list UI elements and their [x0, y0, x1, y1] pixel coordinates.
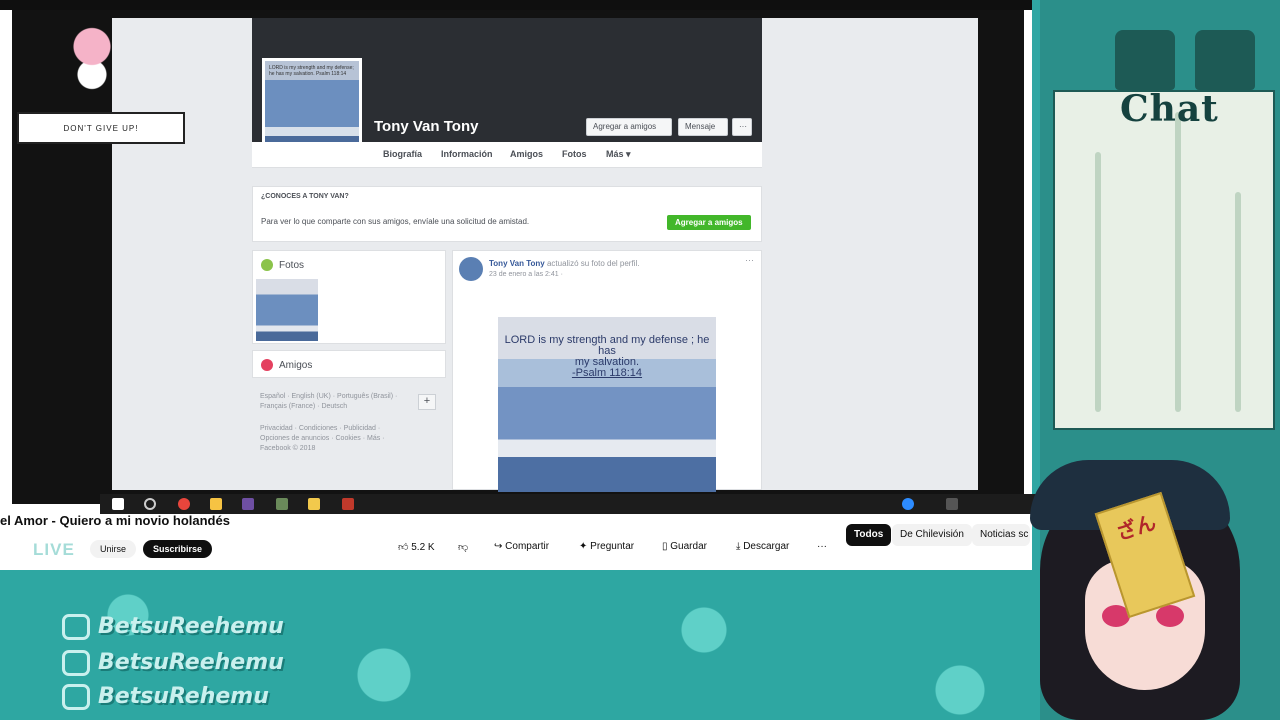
social-instagram: BetsuReehemu	[62, 614, 284, 640]
facebook-profile: LORD is my strength and my defense; he h…	[252, 18, 764, 492]
add-friend-green-label: Agregar a amigos	[675, 218, 743, 227]
notes-icon[interactable]	[210, 498, 222, 510]
message-label: Mensaje	[685, 122, 716, 131]
post-author[interactable]: Tony Van Tony	[489, 259, 545, 268]
tab-mas[interactable]: Más ▾	[606, 149, 631, 160]
download-button[interactable]: ⤓ Descargar	[736, 541, 789, 552]
friends-icon	[261, 359, 273, 371]
language-list[interactable]: Español · English (UK) · Português (Bras…	[260, 392, 420, 412]
windows-taskbar	[100, 494, 1036, 514]
add-friend-label: Agregar a amigos	[593, 122, 657, 131]
bamboo-decoration	[1175, 112, 1181, 412]
join-button[interactable]: Unirse	[90, 540, 137, 558]
post-image[interactable]: LORD is my strength and my defense ; he …	[498, 317, 716, 492]
instagram-handle: BetsuReehemu	[98, 614, 284, 639]
bamboo-decoration	[1235, 192, 1241, 412]
post-menu-icon[interactable]: ···	[745, 255, 754, 265]
video-title: el Amor - Quiero a mi novio holandés	[0, 513, 230, 528]
social-twitch: BetsuRehemu	[62, 684, 269, 710]
save-button[interactable]: ▯ Guardar	[662, 541, 707, 552]
youtube-icon	[62, 650, 90, 676]
add-friend-button[interactable]: Agregar a amigos	[586, 118, 672, 136]
app-icon[interactable]	[342, 498, 354, 510]
post-action: actualizó su foto del perfil.	[546, 259, 640, 268]
ask-button[interactable]: ✦ Preguntar	[579, 541, 634, 552]
subscribe-button[interactable]: Suscribirse	[143, 540, 213, 558]
tab-fotos[interactable]: Fotos	[562, 149, 587, 159]
search-icon[interactable]	[144, 498, 156, 510]
app-icon[interactable]	[276, 498, 288, 510]
tab-biografia[interactable]: Biografía	[383, 149, 422, 159]
social-youtube: BetsuReehemu	[62, 650, 284, 676]
shared-screen: LORD is my strength and my defense; he h…	[112, 18, 978, 492]
photo-thumbnail[interactable]	[256, 279, 318, 341]
youtube-handle: BetsuReehemu	[98, 650, 284, 675]
volume-icon[interactable]	[946, 498, 958, 510]
video-frame[interactable]: LORD is my strength and my defense; he h…	[12, 10, 1036, 514]
help-icon[interactable]	[902, 498, 914, 510]
chat-box	[1053, 90, 1275, 430]
vtuber-avatar: ざん	[1010, 420, 1280, 720]
bamboo-decoration	[1095, 152, 1101, 412]
avatar-eye	[1156, 605, 1184, 627]
live-badge: LIVE	[33, 540, 75, 559]
tab-amigos[interactable]: Amigos	[510, 149, 543, 159]
thumbs-down-icon: 👎︎	[458, 542, 469, 553]
ask-label: Preguntar	[590, 541, 635, 552]
know-text: Para ver lo que comparte con sus amigos,…	[261, 217, 530, 226]
friends-panel: Amigos	[252, 350, 446, 378]
app-icon[interactable]	[242, 498, 254, 510]
chip-todos[interactable]: Todos	[846, 524, 892, 546]
more-options-button[interactable]: ···	[732, 118, 752, 136]
youtube-top-bar	[0, 0, 1032, 10]
post-avatar[interactable]	[459, 257, 483, 281]
friends-label[interactable]: Amigos	[279, 360, 312, 371]
tab-informacion[interactable]: Información	[441, 149, 493, 159]
windows-start-icon[interactable]	[112, 498, 124, 510]
photos-label[interactable]: Fotos	[279, 260, 304, 271]
pixel-character-sprite	[64, 22, 120, 92]
quote-line-3: -Psalm 118:14	[571, 367, 643, 379]
know-header: ¿CONOCES A TONY VAN?	[261, 193, 349, 200]
share-label: Compartir	[505, 541, 550, 552]
more-actions-button[interactable]: ···	[817, 541, 827, 552]
quote-line-1: LORD is my strength and my defense ; he …	[504, 334, 710, 357]
know-panel: ¿CONOCES A TONY VAN? Para ver lo que com…	[252, 186, 762, 242]
profile-nav: Biografía Información Amigos Fotos Más ▾	[252, 142, 762, 168]
save-label: Guardar	[670, 541, 707, 552]
chat-title: Chat	[1120, 88, 1219, 130]
profile-name[interactable]: Tony Van Tony	[374, 118, 478, 135]
post-header: Tony Van Tony actualizó su foto del perf…	[489, 259, 639, 268]
post-image-quote: LORD is my strength and my defense ; he …	[498, 335, 716, 379]
message-button[interactable]: Mensaje	[678, 118, 728, 136]
youtube-player-area: LORD is my strength and my defense; he h…	[0, 0, 1036, 570]
chrome-icon[interactable]	[178, 498, 190, 510]
like-count: 5.2 K	[411, 542, 435, 553]
like-button[interactable]: 👍︎ 5.2 K	[398, 541, 435, 553]
lantern-decoration	[1195, 30, 1255, 90]
post-date[interactable]: 23 de enero a las 2:41 ·	[489, 271, 563, 278]
dont-give-up-box: DON'T GIVE UP!	[17, 112, 185, 144]
share-button[interactable]: ↪ Compartir	[494, 541, 549, 552]
sparkle-icon: ✦	[579, 541, 591, 552]
add-language-button[interactable]: +	[418, 394, 436, 410]
footer-links[interactable]: Privacidad · Condiciones · Publicidad · …	[260, 424, 410, 454]
twitch-handle: BetsuRehemu	[98, 684, 269, 709]
post-card: Tony Van Tony actualizó su foto del perf…	[452, 250, 762, 492]
add-friend-green-button[interactable]: Agregar a amigos	[667, 215, 751, 230]
profile-picture-caption: LORD is my strength and my defense; he h…	[269, 65, 354, 77]
download-label: Descargar	[743, 541, 790, 552]
folder-icon[interactable]	[308, 498, 320, 510]
twitch-icon	[62, 684, 90, 710]
photos-panel: Fotos	[252, 250, 446, 344]
share-icon: ↪	[494, 541, 506, 552]
instagram-icon	[62, 614, 90, 640]
photos-icon	[261, 259, 273, 271]
dislike-button[interactable]: 👎︎	[458, 541, 468, 553]
chip-chilevision[interactable]: De Chilevisión	[892, 524, 972, 546]
lantern-decoration	[1115, 30, 1175, 90]
more-dots: ···	[739, 122, 747, 131]
thumbs-up-icon: 👍︎	[398, 542, 412, 553]
